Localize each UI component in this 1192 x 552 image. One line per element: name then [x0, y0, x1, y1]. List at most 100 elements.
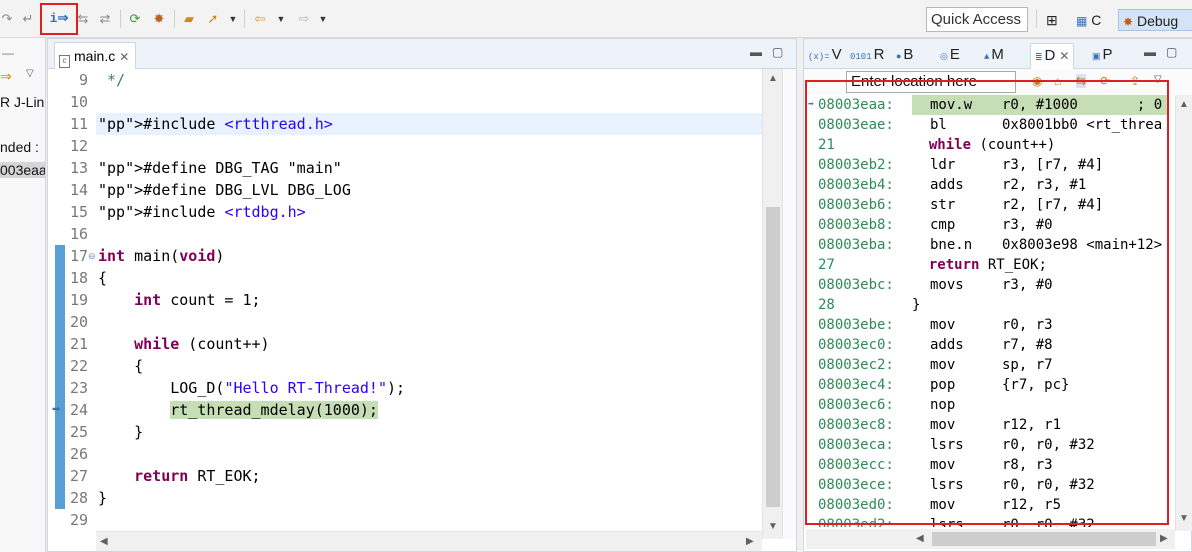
maximize-icon[interactable]: ▢: [1166, 45, 1177, 59]
debug-target-label[interactable]: R J-Lin: [0, 94, 44, 110]
view-tab-label: P: [1102, 46, 1113, 63]
code-line[interactable]: [96, 223, 762, 245]
view-menu-icon[interactable]: ▽: [26, 68, 34, 79]
code-line[interactable]: [96, 135, 762, 157]
horizontal-scrollbar[interactable]: ◀ ▶: [96, 531, 762, 551]
toolbar-separator: [174, 10, 175, 28]
open-perspective-icon[interactable]: ⊞: [1046, 9, 1066, 31]
maximize-icon[interactable]: ▢: [772, 45, 783, 59]
restart-icon[interactable]: ⟳: [126, 8, 144, 30]
line-number: 18: [69, 269, 88, 287]
line-number: 27: [69, 467, 88, 485]
chevron-down-icon[interactable]: ▼: [316, 8, 330, 30]
view-tab-d[interactable]: ≣ D ✕: [1030, 43, 1075, 70]
fold-toggle-icon[interactable]: ⊖: [88, 251, 96, 262]
debug-perspective-icon: ✸: [1123, 15, 1134, 29]
minimize-icon[interactable]: —: [2, 46, 14, 60]
chevron-down-icon[interactable]: ▼: [226, 8, 240, 30]
scroll-down-icon[interactable]: ▼: [1179, 513, 1189, 524]
view-tab-e[interactable]: ◎ E: [940, 43, 960, 67]
vertical-scrollbar[interactable]: ▲ ▼: [1175, 95, 1192, 531]
step-over-icon[interactable]: ↷: [0, 8, 14, 30]
code-line[interactable]: rt_thread_mdelay(1000);: [96, 399, 762, 421]
forward-arrow-icon[interactable]: ⇨: [294, 8, 314, 30]
code-area[interactable]: */ "pp">#include <rtthread.h> "pp">#define…: [96, 69, 762, 539]
line-number: 28: [69, 489, 88, 507]
scroll-down-icon[interactable]: ▼: [768, 521, 778, 532]
code-line[interactable]: [96, 443, 762, 465]
debug-view-panel: — ⇒ ▽ R J-Lin nded : 003eaa: [0, 38, 46, 552]
code-line[interactable]: "pp">#define DBG_LVL DBG_LOG: [96, 179, 762, 201]
code-line[interactable]: {: [96, 267, 762, 289]
code-line[interactable]: "pp">#include <rtdbg.h>: [96, 201, 762, 223]
minimize-icon[interactable]: ▬: [1144, 45, 1156, 59]
scroll-left-icon[interactable]: ◀: [916, 533, 924, 544]
line-number: 14: [69, 181, 88, 199]
view-tab-icon: (x)=: [808, 52, 830, 62]
toolbar-separator: [120, 10, 121, 28]
instruction-stepping-mode-button[interactable]: i⇒: [47, 8, 71, 30]
stack-frame-item[interactable]: 003eaa: [0, 162, 45, 178]
open-folder-icon[interactable]: ▰: [180, 8, 198, 30]
debug-bug-icon[interactable]: ✸: [150, 8, 168, 30]
view-tab-icon: ▲: [984, 52, 990, 62]
perspective-debug-button[interactable]: ✸ Debug: [1118, 9, 1192, 31]
overview-ruler[interactable]: [782, 69, 796, 539]
code-line[interactable]: LOG_D("Hello RT-Thread!");: [96, 377, 762, 399]
code-line[interactable]: return RT_EOK;: [96, 465, 762, 487]
view-tab-r[interactable]: 0101 R: [850, 43, 884, 67]
code-line[interactable]: [96, 509, 762, 531]
scroll-thumb[interactable]: [766, 207, 780, 507]
close-icon[interactable]: ✕: [119, 50, 129, 64]
view-tab-label: E: [949, 46, 960, 63]
scroll-thumb[interactable]: [932, 532, 1156, 546]
code-line[interactable]: "pp">#include <rtthread.h>: [96, 113, 762, 135]
scroll-right-icon[interactable]: ▶: [746, 536, 754, 547]
line-number: 25: [69, 423, 88, 441]
code-line[interactable]: while (count++): [96, 333, 762, 355]
code-line[interactable]: }: [96, 487, 762, 509]
code-editor: c main.c ✕ ▬ ▢ 9 10 11 12 13 14 15 16 17 18 19 20 21 22…: [47, 38, 797, 552]
run-launch-icon[interactable]: ➚: [204, 8, 222, 30]
main-toolbar: ↷ ↵ i⇒ ⇆ ⇄ ⟳ ✸ ▰ ➚ ▼ ⇦ ▼ ⇨ ▼ Quick Acces…: [0, 0, 1192, 38]
scroll-up-icon[interactable]: ▲: [768, 73, 778, 84]
chevron-down-icon[interactable]: ▼: [274, 8, 288, 30]
minimize-icon[interactable]: ▬: [750, 45, 762, 59]
code-line[interactable]: [96, 91, 762, 113]
c-file-icon: c: [59, 55, 70, 68]
code-line[interactable]: }: [96, 421, 762, 443]
tab-main-c[interactable]: c main.c ✕: [54, 42, 137, 69]
line-number-gutter: 9 10 11 12 13 14 15 16 17 18 19 20 21 22 23 24 25 26 27 28 2…: [48, 69, 96, 539]
toolbar-separator: [244, 10, 245, 28]
scroll-left-icon[interactable]: ◀: [100, 536, 108, 547]
horizontal-scrollbar[interactable]: ◀ ▶: [806, 529, 1175, 549]
line-number: 23: [69, 379, 88, 397]
view-tab-label: R: [873, 46, 885, 63]
code-line[interactable]: "pp">#define DBG_TAG "main": [96, 157, 762, 179]
view-tab-m[interactable]: ▲ M: [984, 43, 1004, 67]
scroll-right-icon[interactable]: ▶: [1160, 533, 1168, 544]
use-step-filters-icon[interactable]: ⇄: [96, 8, 114, 30]
code-line[interactable]: {: [96, 355, 762, 377]
code-line[interactable]: */: [96, 69, 762, 91]
view-tab-v[interactable]: (x)= V: [808, 43, 842, 67]
line-number: 22: [69, 357, 88, 375]
view-tab-b[interactable]: ● B: [896, 43, 913, 67]
perspective-c-button[interactable]: ▦ C: [1076, 9, 1116, 31]
perspective-c-label: C: [1091, 12, 1102, 28]
view-tab-label: V: [831, 46, 842, 63]
scroll-up-icon[interactable]: ▲: [1179, 99, 1189, 110]
line-number: 13: [69, 159, 88, 177]
back-arrow-icon[interactable]: ⇦: [250, 8, 270, 30]
drop-to-frame-icon[interactable]: ⇆: [74, 8, 92, 30]
view-tab-p[interactable]: ▣ P: [1092, 43, 1113, 67]
code-line[interactable]: int main(void): [96, 245, 762, 267]
step-arrow-icon[interactable]: ⇒: [0, 68, 12, 85]
code-line[interactable]: int count = 1;: [96, 289, 762, 311]
code-line[interactable]: [96, 311, 762, 333]
close-icon[interactable]: ✕: [1059, 49, 1069, 63]
vertical-scrollbar[interactable]: ▲ ▼: [762, 69, 782, 539]
coverage-marker: [55, 245, 65, 509]
step-return-icon[interactable]: ↵: [20, 8, 36, 30]
quick-access-input[interactable]: Quick Access: [926, 7, 1028, 32]
